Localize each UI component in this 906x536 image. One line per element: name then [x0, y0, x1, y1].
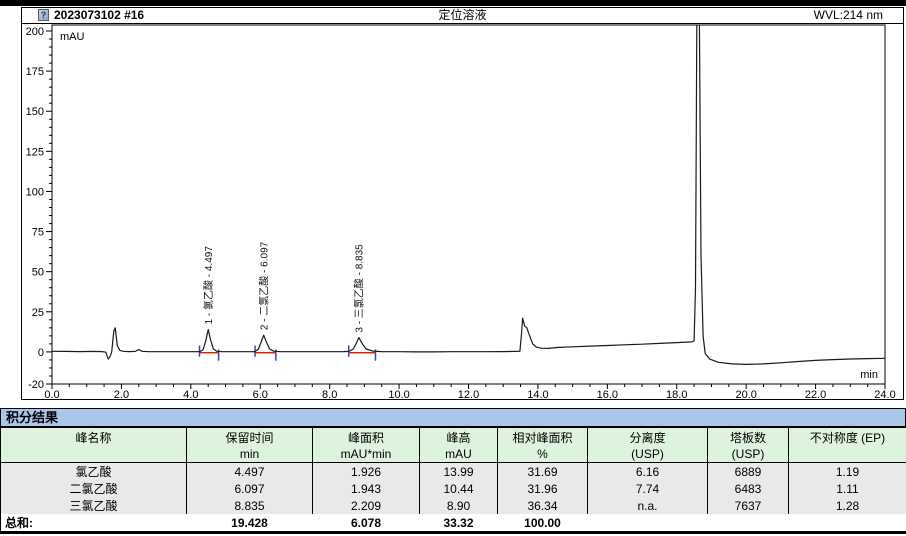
peak-name-cell: 三氯乙酸: [1, 497, 187, 514]
y-unit-label: mAU: [60, 31, 85, 43]
total-row: 总和:19.4286.07833.32100.00: [1, 514, 906, 533]
integration-results-section: 积分结果 峰名称保留时间峰面积峰高相对峰面积分离度塔板数不对称度 (EP) min…: [0, 408, 906, 534]
x-tick-label: 10.0: [388, 389, 409, 400]
plot-frame: [52, 25, 885, 384]
value-cell: 1.11: [789, 480, 906, 497]
y-tick-label: 200: [26, 26, 44, 38]
value-cell: n.a.: [588, 497, 708, 514]
y-axis: -20 0 25 50 75 100 125 150 175 200: [26, 26, 52, 391]
value-cell: 31.69: [498, 463, 588, 481]
value-cell: 8.835: [187, 497, 313, 514]
x-tick-label: 0.0: [44, 389, 59, 400]
y-tick-label: 100: [26, 186, 44, 198]
peak-row[interactable]: 三氯乙酸8.8352.2098.9036.34n.a.76371.28: [1, 497, 906, 514]
y-tick-label: 25: [32, 307, 44, 319]
sample-name-title: 定位溶液: [22, 8, 903, 23]
total-label: 总和:: [1, 514, 187, 533]
peak-name-cell: 氯乙酸: [1, 463, 187, 481]
peak-row[interactable]: 二氯乙酸6.0971.94310.4431.967.7464831.11: [1, 480, 906, 497]
x-tick-label: 24.0: [874, 389, 895, 400]
peak-name-cell: 二氯乙酸: [1, 480, 187, 497]
y-tick-label: 175: [26, 66, 44, 78]
value-cell: 6889: [708, 463, 789, 481]
y-tick-label: -20: [28, 379, 44, 391]
results-table-header: 峰名称保留时间峰面积峰高相对峰面积分离度塔板数不对称度 (EP) minmAU*m…: [1, 428, 906, 463]
column-unit: (USP): [708, 446, 789, 463]
x-tick-label: 8.0: [322, 389, 337, 400]
total-value-cell: 6.078: [313, 514, 420, 533]
x-tick-label: 12.0: [458, 389, 479, 400]
column-unit: %: [498, 446, 588, 463]
column-unit: [1, 446, 187, 463]
column-header: 不对称度 (EP): [789, 428, 906, 447]
value-cell: 8.90: [420, 497, 498, 514]
column-header: 保留时间: [187, 428, 313, 447]
total-value-cell: 33.32: [420, 514, 498, 533]
results-table-body: 氯乙酸4.4971.92613.9931.696.1668891.19二氯乙酸6…: [1, 463, 906, 533]
column-unit: min: [187, 446, 313, 463]
window-top-bar: [0, 0, 906, 6]
column-unit: [789, 446, 906, 463]
value-cell: 7637: [708, 497, 789, 514]
chromatogram-trace: [52, 24, 885, 364]
value-cell: 6483: [708, 480, 789, 497]
value-cell: 1.19: [789, 463, 906, 481]
total-value-cell: [708, 514, 789, 533]
results-title: 积分结果: [0, 408, 906, 427]
results-table: 峰名称保留时间峰面积峰高相对峰面积分离度塔板数不对称度 (EP) minmAU*m…: [0, 427, 906, 534]
peak-row[interactable]: 氯乙酸4.4971.92613.9931.696.1668891.19: [1, 463, 906, 481]
value-cell: 1.943: [313, 480, 420, 497]
column-header: 峰面积: [313, 428, 420, 447]
total-value-cell: 19.428: [187, 514, 313, 533]
chromatogram-header: ? 2023073102 #16 定位溶液 WVL:214 nm: [22, 8, 903, 24]
value-cell: 7.74: [588, 480, 708, 497]
column-header: 分离度: [588, 428, 708, 447]
y-tick-label: 150: [26, 106, 44, 118]
chromatogram-panel: ? 2023073102 #16 定位溶液 WVL:214 nm 0.0 2.0 4…: [21, 7, 904, 400]
value-cell: 1.926: [313, 463, 420, 481]
value-cell: 1.28: [789, 497, 906, 514]
peak-label: 2 - 二氯乙酸 - 6.097: [258, 241, 271, 330]
column-header: 相对峰面积: [498, 428, 588, 447]
y-tick-label: 125: [26, 146, 44, 158]
value-cell: 13.99: [420, 463, 498, 481]
value-cell: 31.96: [498, 480, 588, 497]
peak-label: 3 - 三氯乙酸 - 8.835: [353, 244, 366, 333]
total-value-cell: [588, 514, 708, 533]
peak-label: 1 - 氯乙酸 - 4.497: [202, 246, 215, 325]
column-header: 峰名称: [1, 428, 187, 447]
value-cell: 36.34: [498, 497, 588, 514]
value-cell: 6.097: [187, 480, 313, 497]
y-tick-label: 75: [32, 227, 44, 239]
value-cell: 10.44: [420, 480, 498, 497]
x-tick-label: 16.0: [597, 389, 618, 400]
x-tick-label: 22.0: [805, 389, 826, 400]
x-tick-label: 2.0: [114, 389, 129, 400]
chromatogram-plot[interactable]: 0.0 2.0 4.0 6.0 8.0 10.0 12.0 14.0 16.0 18.0 20.0 2…: [22, 24, 903, 400]
peak-annotations: 1 - 氯乙酸 - 4.497 2 - 二氯乙酸 - 6.097 3 - 三氯乙酸 …: [200, 241, 376, 360]
y-tick-label: 0: [38, 347, 44, 359]
x-tick-label: 18.0: [666, 389, 687, 400]
x-tick-label: 6.0: [253, 389, 268, 400]
total-value-cell: 100.00: [498, 514, 588, 533]
value-cell: 6.16: [588, 463, 708, 481]
x-tick-label: 14.0: [527, 389, 548, 400]
x-axis: 0.0 2.0 4.0 6.0 8.0 10.0 12.0 14.0 16.0 18.0 20.0 2…: [44, 384, 895, 400]
column-header: 峰高: [420, 428, 498, 447]
value-cell: 2.209: [313, 497, 420, 514]
wavelength-label: WVL:214 nm: [814, 8, 883, 23]
x-unit-label: min: [860, 369, 878, 381]
x-tick-label: 4.0: [183, 389, 198, 400]
column-unit: mAU*min: [313, 446, 420, 463]
chromatogram-svg: 0.0 2.0 4.0 6.0 8.0 10.0 12.0 14.0 16.0 18.0 20.0 2…: [22, 24, 903, 400]
y-tick-label: 50: [32, 267, 44, 279]
x-tick-label: 20.0: [735, 389, 756, 400]
value-cell: 4.497: [187, 463, 313, 481]
total-value-cell: [789, 514, 906, 533]
column-unit: (USP): [588, 446, 708, 463]
column-unit: mAU: [420, 446, 498, 463]
column-header: 塔板数: [708, 428, 789, 447]
